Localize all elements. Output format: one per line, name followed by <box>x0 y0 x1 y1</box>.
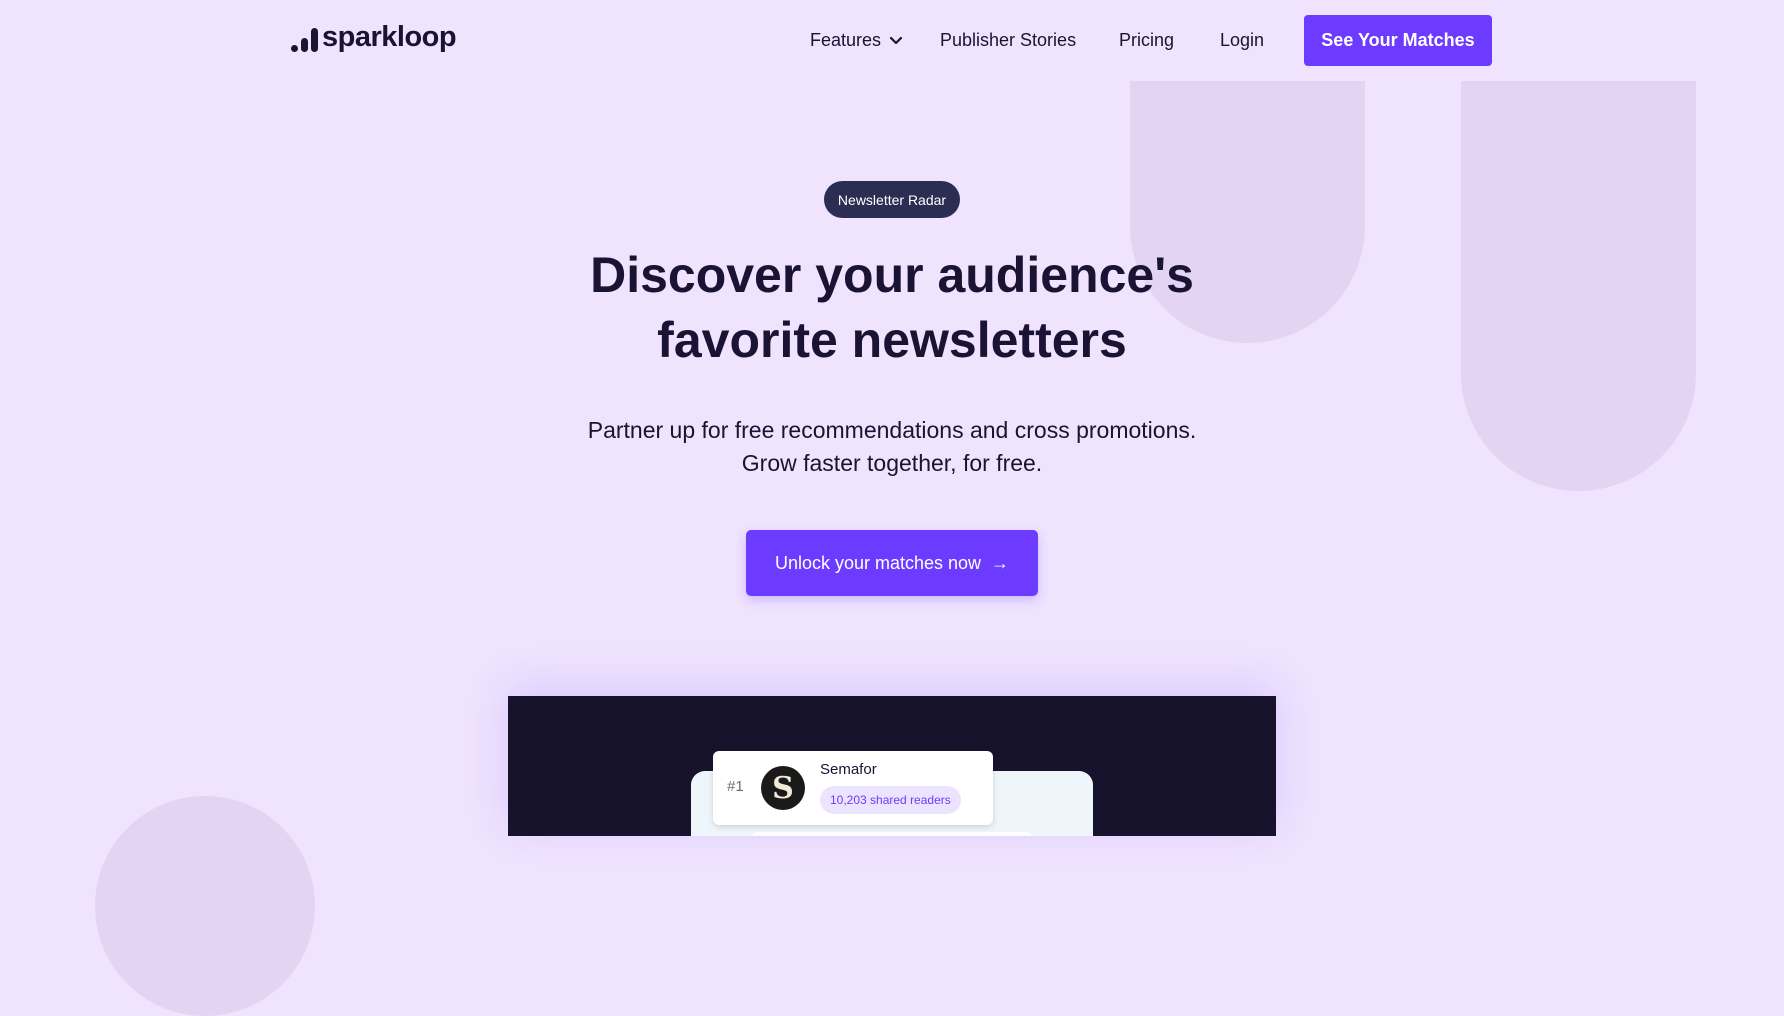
headline-line-1: Discover your audience's <box>590 247 1194 303</box>
newsletter-radar-badge: Newsletter Radar <box>824 181 960 218</box>
match-card: #1 S Semafor 10,203 shared readers <box>713 751 993 825</box>
logo-bars-icon <box>291 26 318 52</box>
nav-publisher-stories[interactable]: Publisher Stories <box>940 28 1076 52</box>
site-header: sparkloop Features Publisher Stories Pri… <box>0 0 1784 81</box>
chevron-down-icon <box>889 36 903 45</box>
match-rank: #1 <box>727 778 744 795</box>
unlock-matches-label: Unlock your matches now <box>774 552 982 573</box>
preview-inner-card <box>752 832 1032 836</box>
decorative-arch-right <box>1461 81 1696 491</box>
logo-text: sparkloop <box>322 21 457 53</box>
product-preview-panel: #1 S Semafor 10,203 shared readers <box>508 696 1276 836</box>
subheadline-line-1: Partner up for free recommendations and … <box>587 417 1197 443</box>
unlock-matches-button[interactable]: Unlock your matches now → <box>746 530 1038 596</box>
decorative-circle <box>95 796 315 1016</box>
nav-login[interactable]: Login <box>1220 28 1264 52</box>
hero-headline: Discover your audience's favorite newsle… <box>392 243 1392 373</box>
see-your-matches-button[interactable]: See Your Matches <box>1304 15 1492 66</box>
nav-features[interactable]: Features <box>810 28 903 52</box>
subheadline-line-2: Grow faster together, for free. <box>741 450 1043 476</box>
semafor-avatar: S <box>761 766 805 810</box>
sparkloop-logo[interactable]: sparkloop <box>291 21 457 53</box>
shared-readers-badge: 10,203 shared readers <box>820 786 961 814</box>
publication-name: Semafor <box>820 761 877 778</box>
nav-features-label: Features <box>810 30 882 50</box>
arrow-right-icon: → <box>991 552 1010 573</box>
hero-subheadline: Partner up for free recommendations and … <box>392 414 1392 480</box>
nav-pricing[interactable]: Pricing <box>1119 28 1174 52</box>
headline-line-2: favorite newsletters <box>657 312 1127 368</box>
